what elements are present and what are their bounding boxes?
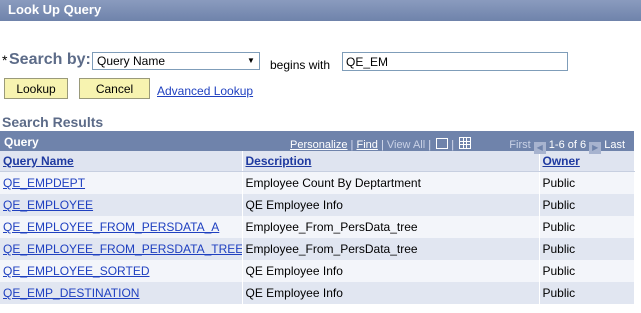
row-range: 1-6 of 6: [548, 139, 587, 151]
owner-cell: Public: [539, 282, 635, 304]
download-grid-icon[interactable]: [459, 137, 472, 149]
query-name-cell[interactable]: QE_EMPLOYEE_SORTED: [0, 260, 243, 282]
query-name-cell[interactable]: QE_EMPLOYEE: [0, 194, 243, 216]
find-link[interactable]: Find: [356, 139, 377, 151]
personalize-link[interactable]: Personalize: [290, 139, 347, 151]
grid-caption: Query: [4, 135, 39, 149]
description-cell: Employee_From_PersData_tree: [242, 216, 540, 238]
search-field-select[interactable]: Query Name ▼: [92, 52, 260, 70]
description-cell: QE Employee Info: [242, 260, 540, 282]
table-header-row: Query Name Description Owner: [0, 151, 635, 172]
search-value-input[interactable]: [342, 52, 568, 71]
query-name-cell[interactable]: QE_EMPLOYEE_FROM_PERSDATA_TREE: [0, 238, 243, 260]
description-cell: Employee_From_PersData_tree: [242, 238, 540, 260]
search-results-title: Search Results: [2, 114, 104, 130]
page-title-bar: Look Up Query: [0, 0, 641, 21]
owner-cell: Public: [539, 238, 635, 260]
query-name-cell[interactable]: QE_EMPLOYEE_FROM_PERSDATA_A: [0, 216, 243, 238]
nav-separator: |: [428, 139, 435, 151]
table-row: QE_EMPLOYEE QE Employee Info Public: [0, 194, 635, 216]
table-row: QE_EMP_DESTINATION QE Employee Info Publ…: [0, 282, 635, 304]
column-header-query-name[interactable]: Query Name: [0, 151, 243, 172]
query-name-cell[interactable]: QE_EMPDEPT: [0, 171, 243, 194]
owner-cell: Public: [539, 194, 635, 216]
required-marker: *: [2, 52, 8, 68]
grid-header: Query Personalize | Find | View All | | …: [0, 131, 634, 154]
owner-cell: Public: [539, 171, 635, 194]
column-header-description[interactable]: Description: [242, 151, 540, 172]
view-all-link[interactable]: View All: [387, 139, 425, 151]
table-row: QE_EMPDEPT Employee Count By Deptartment…: [0, 171, 635, 194]
table-row: QE_EMPLOYEE_SORTED QE Employee Info Publ…: [0, 260, 635, 282]
operator-label: begins with: [270, 58, 331, 72]
grid-nav: Personalize | Find | View All | | First …: [290, 137, 625, 154]
results-grid: Query Personalize | Find | View All | | …: [0, 131, 635, 304]
search-by-label: Search by:: [9, 51, 91, 68]
next-arrow-icon[interactable]: ▶: [589, 142, 602, 154]
owner-cell: Public: [539, 260, 635, 282]
last-label: Last: [604, 139, 626, 151]
first-label: First: [509, 139, 531, 151]
description-cell: Employee Count By Deptartment: [242, 171, 540, 194]
table-row: QE_EMPLOYEE_FROM_PERSDATA_A Employee_Fro…: [0, 216, 635, 238]
table-row: QE_EMPLOYEE_FROM_PERSDATA_TREE Employee_…: [0, 238, 635, 260]
results-table: Query Name Description Owner QE_EMPDEPT …: [0, 151, 635, 304]
page-title: Look Up Query: [8, 2, 102, 17]
nav-separator: |: [451, 139, 458, 151]
cancel-button[interactable]: Cancel: [79, 78, 150, 99]
new-window-icon[interactable]: [436, 138, 449, 149]
advanced-lookup-link[interactable]: Advanced Lookup: [157, 84, 253, 98]
search-row: * Search by: Query Name ▼ begins with: [0, 48, 641, 76]
dropdown-arrow-icon[interactable]: ▼: [244, 54, 258, 68]
search-field-value: Query Name: [97, 54, 166, 68]
query-name-cell[interactable]: QE_EMP_DESTINATION: [0, 282, 243, 304]
owner-cell: Public: [539, 216, 635, 238]
column-header-owner[interactable]: Owner: [539, 151, 635, 172]
previous-arrow-icon[interactable]: ◀: [533, 142, 546, 154]
description-cell: QE Employee Info: [242, 282, 540, 304]
lookup-button[interactable]: Lookup: [4, 78, 68, 99]
description-cell: QE Employee Info: [242, 194, 540, 216]
